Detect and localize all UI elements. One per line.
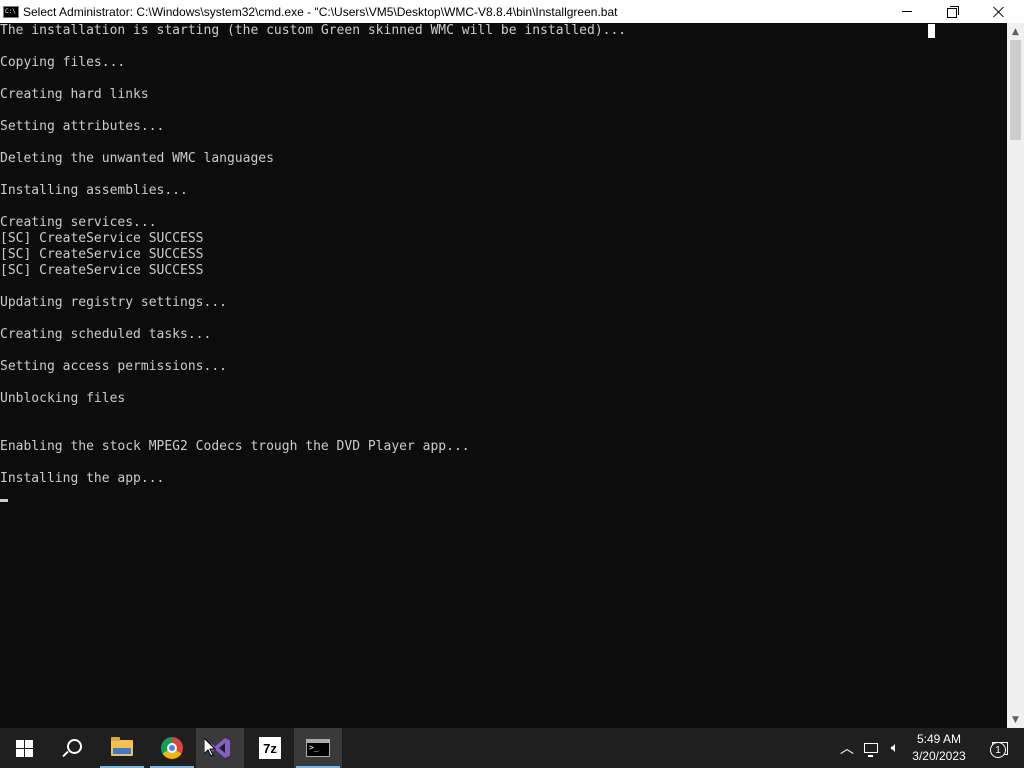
console-line: Installing the app...: [0, 471, 165, 486]
clock-date: 3/20/2023: [912, 749, 966, 763]
scroll-thumb[interactable]: [1010, 40, 1021, 140]
console-output[interactable]: The installation is starting (the custom…: [0, 23, 1007, 728]
console-line: Enabling the stock MPEG2 Codecs trough t…: [0, 439, 470, 454]
scroll-down-arrow-icon[interactable]: ▼: [1007, 711, 1024, 728]
text-cursor: [0, 499, 8, 502]
cmd-icon: [306, 739, 330, 757]
console-line: Creating hard links: [0, 87, 149, 102]
console-line: Creating services...: [0, 215, 157, 230]
notification-count-badge: 1: [990, 742, 1006, 758]
volume-button[interactable]: 🔈︎: [884, 728, 906, 768]
vertical-scrollbar[interactable]: ▲ ▼: [1007, 23, 1024, 728]
network-button[interactable]: [860, 728, 882, 768]
search-button[interactable]: [48, 728, 96, 768]
console-line: [SC] CreateService SUCCESS: [0, 247, 204, 262]
scroll-up-arrow-icon[interactable]: ▲: [1007, 23, 1024, 40]
console-line: Copying files...: [0, 55, 126, 70]
console-line: The installation is starting (the custom…: [0, 23, 627, 38]
chrome-icon: [161, 737, 183, 759]
close-button[interactable]: [976, 0, 1022, 23]
show-hidden-icons-button[interactable]: ︿: [838, 728, 856, 768]
selection-cursor: [928, 24, 935, 38]
console-line: Deleting the unwanted WMC languages: [0, 151, 274, 166]
console-line: Installing assemblies...: [0, 183, 188, 198]
taskbar: 7z ︿ 🔈︎ 5:49 AM 3/20/2023 1: [0, 728, 1024, 768]
folder-icon: [111, 737, 133, 756]
console-line: Unblocking files: [0, 391, 126, 406]
console-line: [SC] CreateService SUCCESS: [0, 231, 204, 246]
start-button[interactable]: [0, 728, 48, 768]
mouse-pointer-icon: [204, 738, 216, 757]
taskbar-chrome[interactable]: [148, 728, 196, 768]
restore-icon: [947, 5, 959, 18]
speaker-icon: 🔈︎: [890, 740, 900, 756]
window-title-bar[interactable]: Select Administrator: C:\Windows\system3…: [0, 0, 1024, 23]
7zip-icon: 7z: [259, 737, 281, 759]
clock-time: 5:49 AM: [916, 732, 962, 746]
taskbar-command-prompt[interactable]: [294, 728, 342, 768]
windows-logo-icon: [15, 739, 33, 757]
network-icon: [864, 743, 878, 757]
search-icon: [66, 738, 82, 754]
taskbar-file-explorer[interactable]: [98, 728, 146, 768]
cmd-app-icon[interactable]: [3, 5, 19, 18]
console-line: Setting access permissions...: [0, 359, 227, 374]
console-line: Setting attributes...: [0, 119, 165, 134]
window-title: Select Administrator: C:\Windows\system3…: [23, 4, 618, 19]
minimize-button[interactable]: [884, 0, 930, 23]
console-line: [SC] CreateService SUCCESS: [0, 263, 204, 278]
chevron-up-icon: ︿: [840, 741, 854, 757]
system-clock[interactable]: 5:49 AM 3/20/2023: [906, 728, 972, 768]
minimize-icon: [902, 11, 912, 12]
taskbar-7zip[interactable]: 7z: [246, 728, 294, 768]
console-line: Updating registry settings...: [0, 295, 227, 310]
close-icon: [993, 6, 1005, 18]
console-line: Creating scheduled tasks...: [0, 327, 212, 342]
restore-button[interactable]: [930, 0, 976, 23]
